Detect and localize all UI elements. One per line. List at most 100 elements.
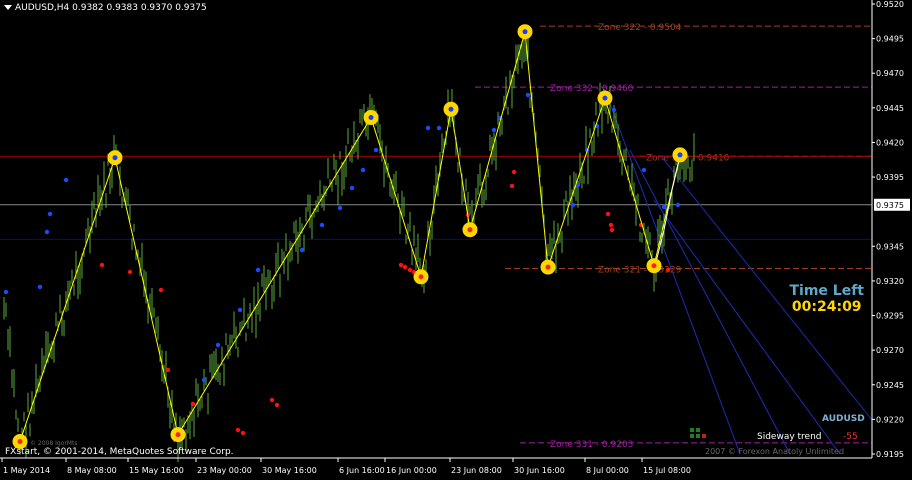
pivot-marker-core bbox=[112, 155, 118, 161]
signal-dot-blue bbox=[661, 204, 667, 210]
pivot-marker-core bbox=[418, 274, 424, 280]
signal-dot-blue bbox=[491, 127, 497, 133]
zone-label: Zone 331 - 0.9203 bbox=[550, 440, 633, 450]
y-tick-label: 0.9470 bbox=[876, 69, 904, 78]
signal-dot-blue bbox=[3, 289, 9, 295]
signal-dot-red bbox=[609, 227, 615, 233]
status-block bbox=[690, 428, 694, 432]
x-tick-label: 8 May 08:00 bbox=[67, 466, 117, 475]
pivot-marker-core bbox=[17, 439, 23, 445]
pivot-marker-core bbox=[368, 115, 374, 121]
pivot-marker-core bbox=[545, 264, 551, 270]
y-tick-label: 0.9445 bbox=[876, 104, 904, 113]
y-tick-label: 0.9295 bbox=[876, 312, 904, 321]
y-tick-label: 0.9220 bbox=[876, 415, 904, 424]
x-tick-label: 30 Jun 16:00 bbox=[514, 466, 565, 475]
pivot-marker-core bbox=[522, 29, 528, 35]
y-tick-label: 0.9270 bbox=[876, 346, 904, 355]
signal-dot-blue bbox=[47, 211, 53, 217]
signal-dot-blue bbox=[360, 167, 366, 173]
signal-dot-red bbox=[165, 367, 171, 373]
x-tick-label: 15 Jul 08:00 bbox=[643, 466, 691, 475]
symbol-timeframe: AUDUSD,H4 bbox=[15, 3, 70, 13]
copyright-text: FXstart, © 2001-2014, MetaQuotes Softwar… bbox=[5, 447, 234, 457]
signal-dot-blue bbox=[436, 125, 442, 131]
trend-value: -55 bbox=[843, 432, 858, 442]
current-price-label: 0.9375 bbox=[876, 201, 904, 210]
x-tick-label: 30 May 16:00 bbox=[262, 466, 317, 475]
signal-dot-red bbox=[190, 401, 196, 407]
signal-dot-blue bbox=[63, 177, 69, 183]
signal-dot-blue bbox=[570, 202, 576, 208]
y-tick-label: 0.9495 bbox=[876, 35, 904, 44]
symbol-badge: AUDUSD bbox=[822, 414, 865, 424]
y-tick-label: 0.9345 bbox=[876, 242, 904, 251]
signal-dot-blue bbox=[299, 247, 305, 253]
x-tick-label: 8 Jul 00:00 bbox=[586, 466, 629, 475]
zone-label: Zone 332 - 0.9460 bbox=[550, 84, 634, 94]
pivot-marker-core bbox=[175, 432, 181, 438]
signal-dot-red bbox=[509, 183, 515, 189]
x-tick-label: 1 May 2014 bbox=[3, 466, 50, 475]
x-tick-label: 23 Jun 08:00 bbox=[451, 466, 502, 475]
time-left-value: 00:24:09 bbox=[791, 299, 862, 315]
signal-dot-blue bbox=[319, 222, 325, 228]
pivot-marker-core bbox=[448, 106, 454, 112]
signal-dot-blue bbox=[44, 229, 50, 235]
signal-dot-blue bbox=[201, 377, 207, 383]
collapse-triangle-icon[interactable] bbox=[4, 5, 12, 10]
signal-dot-red bbox=[240, 430, 246, 436]
chart-background bbox=[0, 0, 912, 480]
signal-dot-blue bbox=[37, 284, 43, 290]
x-tick-label: 16 Jun 00:00 bbox=[386, 466, 437, 475]
y-tick-label: 0.9245 bbox=[876, 381, 904, 390]
x-tick-label: 6 Jun 16:00 bbox=[339, 466, 385, 475]
pivot-marker-core bbox=[677, 152, 683, 158]
ohlc-values: 0.9382 0.9383 0.9370 0.9375 bbox=[72, 3, 207, 13]
signal-dot-blue bbox=[525, 92, 531, 98]
signal-dot-red bbox=[235, 427, 241, 433]
signal-dot-red bbox=[398, 262, 404, 268]
signal-dot-blue bbox=[611, 107, 617, 113]
signal-dot-blue bbox=[349, 185, 355, 191]
signal-dot-blue bbox=[215, 342, 221, 348]
trend-label: Sideway trend bbox=[757, 432, 822, 442]
status-block bbox=[690, 434, 694, 438]
signal-dot-red bbox=[99, 262, 105, 268]
signal-dot-blue bbox=[337, 205, 343, 211]
signal-dot-blue bbox=[675, 202, 681, 208]
pivot-marker-core bbox=[467, 227, 473, 233]
status-block bbox=[696, 434, 700, 438]
time-left-widget: Time Left 00:24:09 bbox=[789, 283, 864, 315]
signal-dot-red bbox=[158, 287, 164, 293]
y-tick-label: 0.9420 bbox=[876, 138, 904, 147]
x-tick-label: 15 May 16:00 bbox=[129, 466, 184, 475]
signal-dot-blue bbox=[255, 267, 261, 273]
y-tick-label: 0.9395 bbox=[876, 173, 904, 182]
signal-dot-red bbox=[407, 267, 413, 273]
signal-dot-blue bbox=[237, 307, 243, 313]
y-tick-label: 0.9520 bbox=[876, 0, 904, 9]
chart-header: AUDUSD,H4 0.9382 0.9383 0.9370 0.9375 bbox=[4, 3, 207, 13]
signal-dot-red bbox=[402, 264, 408, 270]
signal-dot-red bbox=[269, 397, 275, 403]
indicator-logo: © 2008 IgorMts bbox=[30, 440, 78, 447]
x-tick-label: 23 May 00:00 bbox=[197, 466, 252, 475]
price-chart[interactable]: Zone 322 - 0.9504 Zone 332 - 0.9460 Zone 3… bbox=[0, 0, 912, 480]
signal-dot-blue bbox=[373, 147, 379, 153]
time-left-title: Time Left bbox=[789, 283, 864, 299]
signal-dot-red bbox=[274, 402, 280, 408]
footer-credit: 2007 © Forexon Anatoly Unlimited bbox=[705, 447, 845, 456]
signal-dot-red bbox=[608, 222, 614, 228]
status-block bbox=[702, 434, 706, 438]
signal-dot-blue bbox=[641, 167, 647, 173]
signal-dot-red bbox=[665, 267, 671, 273]
zone-label: Zone 322 - 0.9504 bbox=[598, 23, 682, 33]
y-tick-label: 0.9195 bbox=[876, 450, 904, 459]
y-tick-label: 0.9320 bbox=[876, 277, 904, 286]
signal-dot-red bbox=[511, 169, 517, 175]
status-block bbox=[696, 428, 700, 432]
signal-dot-red bbox=[127, 269, 133, 275]
pivot-marker-core bbox=[602, 95, 608, 101]
signal-dot-red bbox=[605, 211, 611, 217]
